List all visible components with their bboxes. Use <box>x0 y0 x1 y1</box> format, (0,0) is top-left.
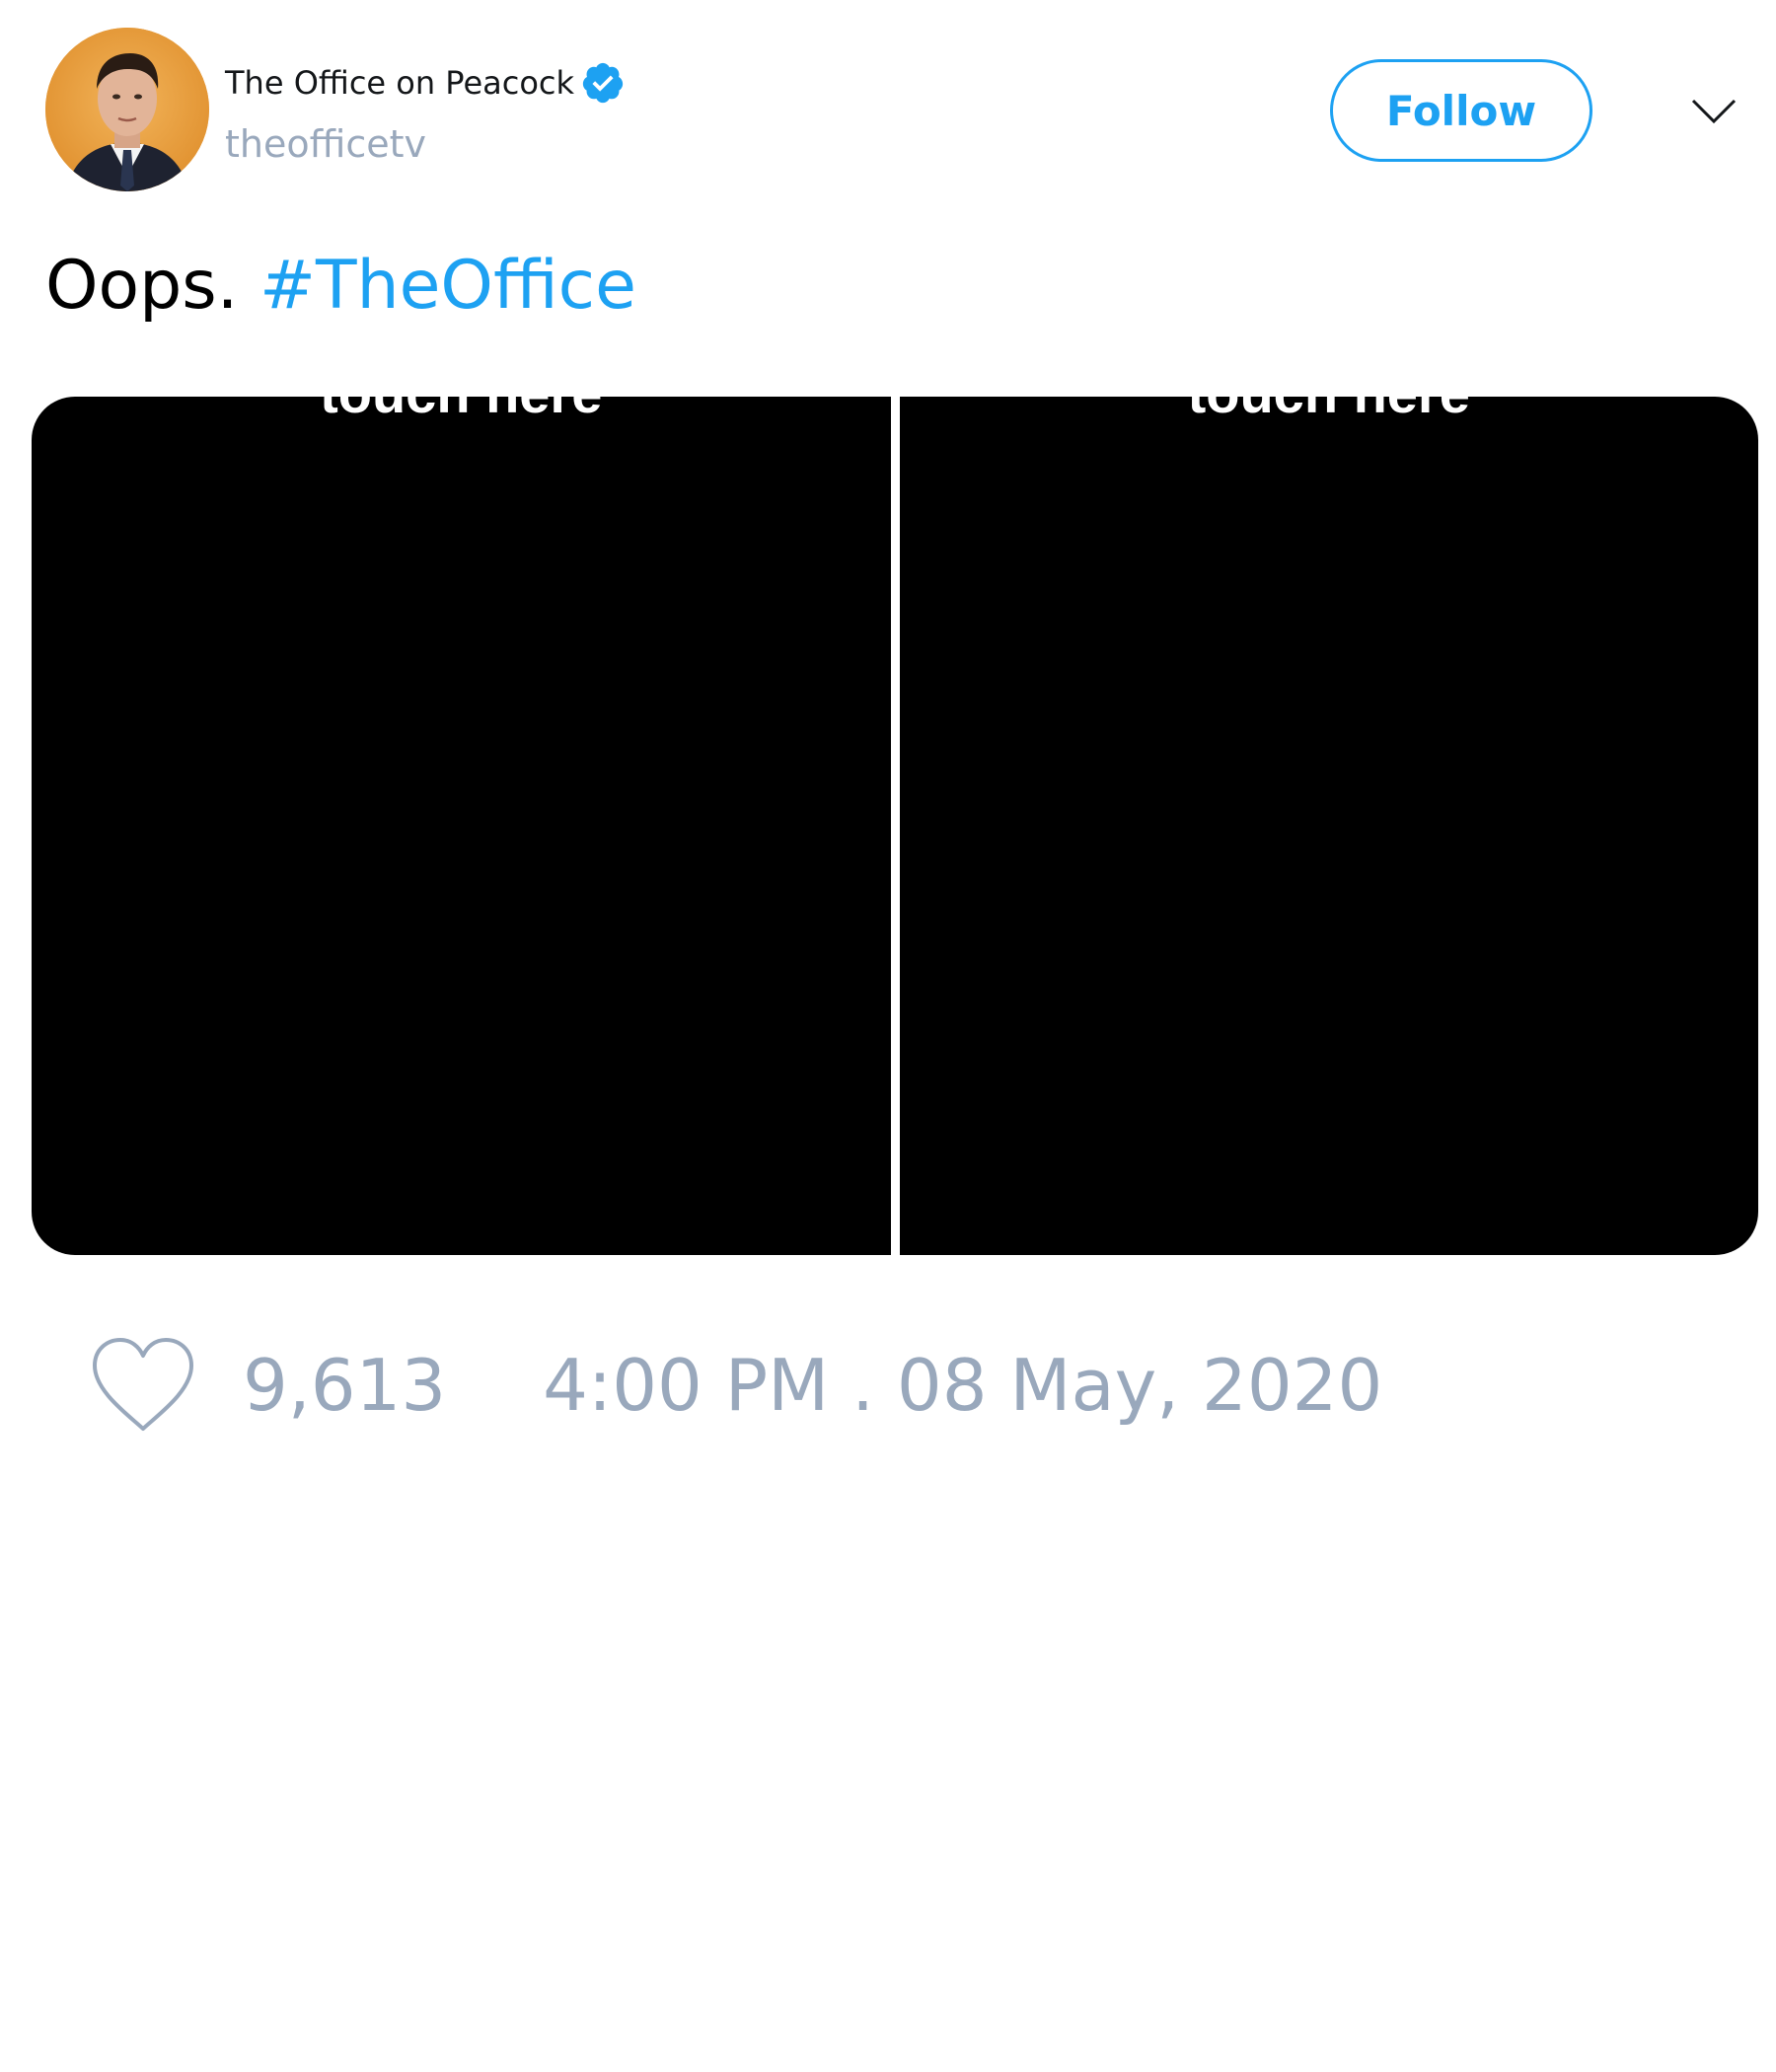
like-count: 9,613 <box>243 1344 447 1427</box>
media-grid: touch here touch here <box>32 397 1758 1255</box>
tweet-body: Oops. <box>45 247 239 325</box>
timestamp[interactable]: 4:00 PM . 08 May, 2020 <box>543 1344 1382 1427</box>
user-handle[interactable]: theofficetv <box>225 122 626 166</box>
user-info: The Office on Peacock theofficetv <box>225 57 626 166</box>
media-caption: touch here <box>32 397 891 425</box>
verified-badge-icon <box>580 60 626 106</box>
profile-photo <box>45 28 209 191</box>
media-caption: touch here <box>900 397 1759 425</box>
tweet-text: Oops. #TheOffice <box>45 247 636 325</box>
chevron-down-icon[interactable] <box>1689 87 1739 136</box>
hashtag-link[interactable]: #TheOffice <box>259 247 636 325</box>
media-image-1[interactable]: touch here <box>32 397 891 1255</box>
tweet-footer: 9,613 4:00 PM . 08 May, 2020 <box>89 1334 1382 1437</box>
display-name-row: The Office on Peacock <box>225 57 626 109</box>
display-name[interactable]: The Office on Peacock <box>225 64 574 102</box>
follow-button[interactable]: Follow <box>1330 59 1592 162</box>
avatar[interactable] <box>45 28 209 191</box>
heart-icon[interactable] <box>89 1334 197 1437</box>
media-image-2[interactable]: touch here <box>899 397 1759 1255</box>
